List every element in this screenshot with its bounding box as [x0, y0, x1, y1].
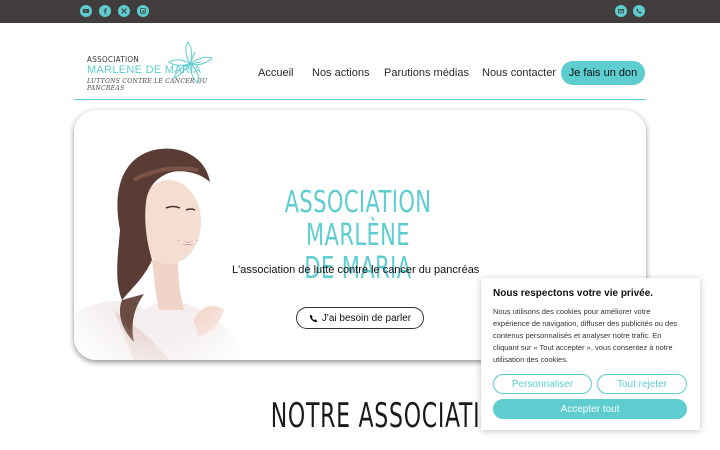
nav-item-nos-actions[interactable]: Nos actions	[312, 67, 369, 79]
cookie-title: Nous respectons votre vie privée.	[493, 288, 654, 299]
site-logo[interactable]: ASSOCIATION MARLENE DE MARIA LUTTONS CON…	[84, 40, 214, 92]
linkedin-icon[interactable]	[137, 5, 149, 17]
x-icon[interactable]	[118, 5, 130, 17]
nav-item-parutions-medias[interactable]: Parutions médias	[384, 67, 469, 79]
need-to-talk-button[interactable]: J'ai besoin de parler	[296, 307, 424, 329]
facebook-icon[interactable]	[99, 5, 111, 17]
logo-line-1: ASSOCIATION	[87, 55, 140, 64]
customize-cookies-button[interactable]: Personnaliser	[493, 374, 592, 394]
lily-flower-icon	[168, 41, 213, 84]
header-divider	[74, 99, 646, 100]
need-to-talk-label: J'ai besoin de parler	[321, 312, 412, 324]
hero-title-line-1: ASSOCIATION MARLÈNE	[284, 185, 432, 253]
top-bar	[0, 0, 720, 23]
phone-icon[interactable]	[633, 5, 645, 17]
cookie-description: Nous utilisons des cookies pour améliore…	[493, 307, 678, 364]
hero-portrait-image	[74, 110, 264, 360]
accept-all-cookies-button[interactable]: Accepter tout	[493, 399, 687, 419]
nav-item-accueil[interactable]: Accueil	[258, 67, 293, 79]
hero-subtitle: L'association de lutte contre le cancer …	[232, 264, 480, 276]
mail-icon[interactable]	[615, 5, 627, 17]
reject-all-cookies-button[interactable]: Tout rejeter	[597, 374, 687, 394]
youtube-icon[interactable]	[80, 5, 92, 17]
donate-button[interactable]: Je fais un don	[561, 61, 645, 85]
nav-item-nous-contacter[interactable]: Nous contacter	[482, 67, 556, 79]
cookie-consent-dialog: Nous respectons votre vie privée. Nous u…	[481, 278, 700, 430]
section-title: NOTRE ASSOCIATION	[270, 396, 516, 436]
phone-icon	[309, 314, 318, 322]
